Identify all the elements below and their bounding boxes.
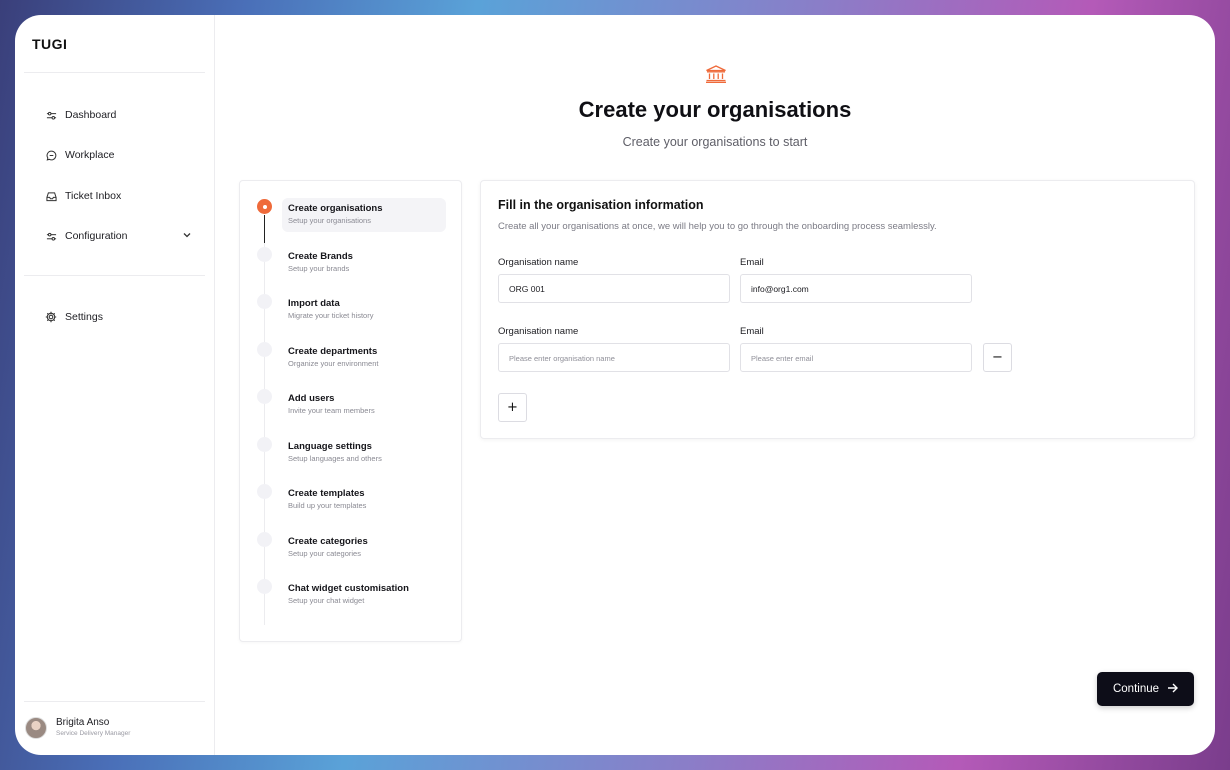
step-title: Create templates [288, 488, 365, 499]
sidebar-item-label: Dashboard [65, 109, 117, 121]
sidebar-item-label: Workplace [65, 149, 115, 161]
step-import-data[interactable]: Import data Migrate your ticket history [282, 293, 446, 327]
email-input[interactable] [740, 343, 972, 372]
step-title: Create categories [288, 536, 368, 547]
brand-logo: TUGI [32, 36, 68, 52]
step-desc: Setup your brands [288, 264, 350, 273]
step-indicator-active [257, 199, 272, 214]
email-input[interactable] [740, 274, 972, 303]
email-label: Email [740, 326, 764, 337]
remove-row-button[interactable]: − [983, 343, 1012, 372]
page-subtitle: Create your organisations to start [622, 135, 808, 149]
onboarding-steps: Create organisations Setup your organisa… [239, 180, 462, 642]
step-desc: Setup languages and others [288, 454, 382, 463]
user-profile[interactable]: Brigita Anso Service Delivery Manager [25, 717, 130, 739]
step-create-brands[interactable]: Create Brands Setup your brands [282, 246, 446, 280]
step-desc: Invite your team members [288, 406, 375, 415]
sliders-icon [45, 109, 57, 121]
steps-connector [264, 215, 265, 625]
form-description: Create all your organisations at once, w… [498, 221, 937, 232]
continue-label: Continue [1112, 683, 1160, 695]
bank-icon [705, 65, 727, 88]
sidebar-item-label: Settings [65, 311, 103, 323]
arrow-right-icon [1167, 682, 1179, 696]
step-title: Language settings [288, 441, 372, 452]
email-label: Email [740, 257, 764, 268]
steps-connector-active [264, 215, 265, 243]
org-name-input[interactable] [498, 343, 730, 372]
sidebar-item-settings[interactable]: Settings [45, 306, 192, 328]
form-title: Fill in the organisation information [498, 198, 704, 212]
user-name: Brigita Anso [56, 717, 110, 728]
step-indicator [257, 389, 272, 404]
sidebar-divider [24, 275, 205, 276]
step-indicator [257, 437, 272, 452]
add-row-button[interactable]: + [498, 393, 527, 422]
step-title: Create Brands [288, 251, 353, 262]
org-name-label: Organisation name [498, 257, 579, 268]
step-create-templates[interactable]: Create templates Build up your templates [282, 483, 446, 517]
sidebar-item-workplace[interactable]: Workplace [45, 144, 192, 166]
sidebar-item-label: Configuration [65, 230, 128, 242]
sidebar-divider [24, 701, 205, 702]
app-window: TUGI Dashboard Workplace Ticket Inbox Co… [15, 15, 1215, 755]
step-add-users[interactable]: Add users Invite your team members [282, 388, 446, 422]
sidebar-item-ticket-inbox[interactable]: Ticket Inbox [45, 185, 192, 207]
sidebar: TUGI Dashboard Workplace Ticket Inbox Co… [15, 15, 215, 755]
step-desc: Setup your categories [288, 549, 361, 558]
sidebar-item-dashboard[interactable]: Dashboard [45, 104, 192, 126]
avatar [25, 717, 47, 739]
step-title: Create organisations [288, 203, 383, 214]
step-indicator [257, 294, 272, 309]
org-name-input[interactable] [498, 274, 730, 303]
step-desc: Migrate your ticket history [288, 311, 374, 320]
step-desc: Build up your templates [288, 501, 367, 510]
step-desc: Setup your chat widget [288, 596, 365, 605]
step-language-settings[interactable]: Language settings Setup languages and ot… [282, 436, 446, 470]
step-indicator [257, 247, 272, 262]
step-title: Add users [288, 393, 335, 404]
sidebar-item-configuration[interactable]: Configuration [45, 225, 192, 247]
sidebar-item-label: Ticket Inbox [65, 190, 122, 202]
sliders-icon [45, 230, 57, 242]
step-title: Import data [288, 298, 340, 309]
continue-button[interactable]: Continue [1097, 672, 1194, 706]
main-content: Create your organisations Create your or… [215, 15, 1215, 755]
user-role: Service Delivery Manager [56, 730, 131, 737]
page-title: Create your organisations [578, 97, 852, 122]
gear-icon [45, 311, 57, 323]
step-create-categories[interactable]: Create categories Setup your categories [282, 531, 446, 565]
step-title: Create departments [288, 346, 378, 357]
step-create-organisations[interactable]: Create organisations Setup your organisa… [282, 198, 446, 232]
chevron-down-icon[interactable] [182, 230, 192, 243]
sidebar-divider [24, 72, 205, 73]
org-name-label: Organisation name [498, 326, 579, 337]
step-indicator [257, 579, 272, 594]
step-indicator [257, 484, 272, 499]
step-desc: Organize your environment [288, 359, 379, 368]
chat-icon [45, 149, 57, 161]
step-title: Chat widget customisation [288, 583, 409, 594]
organisation-form-card: Fill in the organisation information Cre… [480, 180, 1195, 439]
step-create-departments[interactable]: Create departments Organize your environ… [282, 341, 446, 375]
step-desc: Setup your organisations [288, 216, 371, 225]
step-indicator [257, 532, 272, 547]
step-indicator [257, 342, 272, 357]
inbox-icon [45, 190, 57, 202]
step-chat-widget-customisation[interactable]: Chat widget customisation Setup your cha… [282, 578, 446, 612]
